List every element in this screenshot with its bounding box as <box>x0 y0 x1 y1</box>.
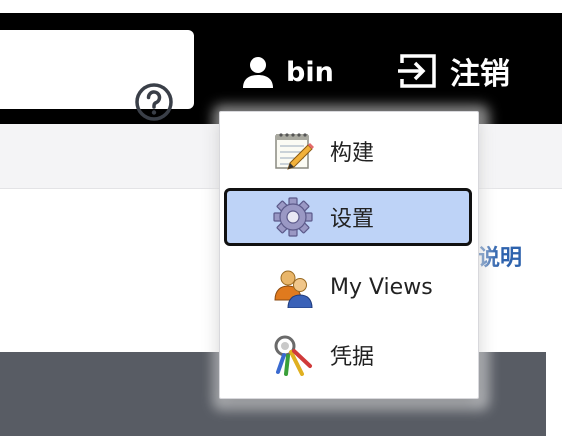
help-icon[interactable] <box>134 82 174 122</box>
menu-item-label: 设置 <box>330 207 375 232</box>
logout-link[interactable]: 注销 <box>396 50 510 92</box>
menu-item-label: 凭据 <box>330 345 375 370</box>
user-icon <box>243 57 273 88</box>
user-name: bin <box>286 56 334 88</box>
logout-icon <box>398 54 436 88</box>
menu-item-label: 构建 <box>330 141 375 166</box>
menu-item-build[interactable]: 构建 <box>224 122 472 180</box>
keys-icon <box>274 335 312 376</box>
menu-item-my-views[interactable]: My Views <box>224 258 472 316</box>
logout-label: 注销 <box>450 57 510 92</box>
user-dropdown-menu: 构建 设置 My Views 凭据 <box>219 111 479 399</box>
notepad-icon <box>275 133 314 170</box>
gear-icon <box>273 197 313 237</box>
users-icon <box>274 270 313 308</box>
menu-item-settings[interactable]: 设置 <box>224 188 472 246</box>
user-menu-trigger[interactable]: bin <box>240 52 334 92</box>
menu-item-credentials[interactable]: 凭据 <box>224 326 472 384</box>
search-box[interactable] <box>0 30 194 121</box>
menu-item-label: My Views <box>330 274 433 300</box>
